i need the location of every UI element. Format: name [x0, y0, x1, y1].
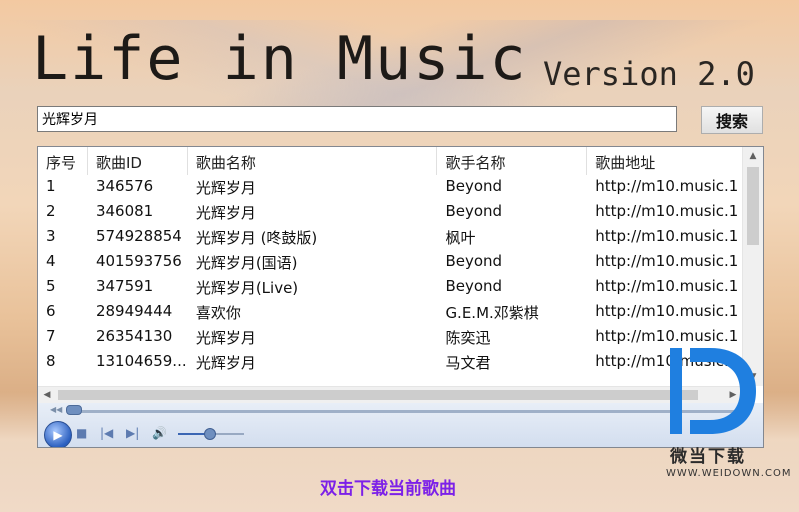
cell-artist: 马文君 — [445, 354, 491, 372]
cell-song-name: 光辉岁月 — [195, 329, 256, 347]
stop-icon[interactable]: ■ — [76, 425, 87, 441]
table-row[interactable]: 7 26354130 光辉岁月 陈奕迅 http://m10.music.1 — [38, 325, 742, 350]
cell-index: 6 — [46, 302, 56, 320]
search-button[interactable]: 搜索 — [701, 106, 763, 134]
cell-artist: Beyond — [445, 202, 503, 220]
double-click-hint: 双击下载当前歌曲 — [320, 479, 456, 499]
cell-song-id: 13104659... — [95, 352, 187, 370]
cell-song-name: 光辉岁月(Live) — [195, 279, 299, 297]
cell-index: 5 — [46, 277, 56, 295]
search-input[interactable] — [37, 106, 677, 132]
cell-artist: Beyond — [445, 277, 503, 295]
cell-artist: Beyond — [445, 252, 503, 270]
table-row[interactable]: 2 346081 光辉岁月 Beyond http://m10.music.1 — [38, 200, 742, 225]
table-row[interactable]: 6 28949444 喜欢你 G.E.M.邓紫棋 http://m10.musi… — [38, 300, 742, 325]
cell-index: 2 — [46, 202, 56, 220]
cell-song-name: 光辉岁月 — [195, 179, 256, 197]
cell-song-name: 光辉岁月(国语) — [195, 254, 298, 272]
table-body: 1 346576 光辉岁月 Beyond http://m10.music.1 … — [38, 175, 742, 385]
cell-song-name: 光辉岁月 (咚鼓版) — [195, 229, 318, 247]
song-list-panel: 序号 歌曲ID 歌曲名称 歌手名称 歌曲地址 1 346576 光辉岁月 Bey… — [37, 146, 764, 448]
column-header-song-name[interactable]: 歌曲名称 — [188, 147, 438, 175]
cell-url: http://m10.music.1 — [595, 227, 739, 245]
cell-song-name: 光辉岁月 — [195, 354, 256, 372]
cell-index: 4 — [46, 252, 56, 270]
table-row[interactable]: 1 346576 光辉岁月 Beyond http://m10.music.1 — [38, 175, 742, 200]
cell-index: 1 — [46, 177, 56, 195]
app-title: Life in Music — [32, 24, 528, 94]
cell-song-id: 401593756 — [95, 252, 182, 270]
vertical-scroll-thumb[interactable] — [747, 167, 759, 245]
weidown-logo-icon — [670, 348, 756, 434]
cell-url: http://m10.music.1 — [595, 252, 739, 270]
column-header-artist[interactable]: 歌手名称 — [437, 147, 588, 175]
cell-song-id: 347591 — [95, 277, 154, 295]
cell-index: 3 — [46, 227, 56, 245]
cell-song-name: 喜欢你 — [195, 304, 241, 322]
watermark-url: WWW.WEIDOWN.COM — [666, 468, 792, 479]
cell-song-id: 346081 — [95, 202, 154, 220]
watermark-name: 微当下载 — [670, 447, 746, 467]
volume-knob[interactable] — [204, 428, 216, 440]
horizontal-scroll-thumb[interactable] — [58, 390, 698, 400]
column-header-index[interactable]: 序号 — [38, 147, 88, 175]
cell-artist: 陈奕迅 — [445, 329, 491, 347]
cell-song-id: 26354130 — [95, 327, 173, 345]
cell-song-id: 346576 — [95, 177, 154, 195]
cell-song-name: 光辉岁月 — [195, 204, 256, 222]
table-row[interactable]: 4 401593756 光辉岁月(国语) Beyond http://m10.m… — [38, 250, 742, 275]
table-header: 序号 歌曲ID 歌曲名称 歌手名称 歌曲地址 — [38, 147, 742, 175]
table-row[interactable]: 8 13104659... 光辉岁月 马文君 http://m10.music.… — [38, 350, 742, 375]
seek-bar[interactable] — [68, 410, 743, 413]
cell-index: 8 — [46, 352, 56, 370]
cell-artist: Beyond — [445, 177, 503, 195]
table-row[interactable]: 5 347591 光辉岁月(Live) Beyond http://m10.mu… — [38, 275, 742, 300]
cell-url: http://m10.music.1 — [595, 277, 739, 295]
horizontal-scrollbar[interactable]: ◀ ▶ — [38, 386, 742, 403]
next-icon[interactable]: ▶| — [126, 425, 139, 441]
play-icon[interactable]: ▶ — [44, 421, 72, 447]
media-player: ◀◀ ▶ ■ |◀ ▶| 🔊 — [38, 403, 763, 447]
column-header-song-id[interactable]: 歌曲ID — [88, 147, 188, 175]
seek-knob[interactable] — [66, 405, 82, 415]
cell-song-id: 574928854 — [95, 227, 182, 245]
cell-song-id: 28949444 — [95, 302, 173, 320]
previous-icon[interactable]: |◀ — [100, 425, 113, 441]
table-row[interactable]: 3 574928854 光辉岁月 (咚鼓版) 枫叶 http://m10.mus… — [38, 225, 742, 250]
cell-url: http://m10.music.1 — [595, 202, 739, 220]
column-header-url[interactable]: 歌曲地址 — [587, 147, 742, 175]
rewind-icon[interactable]: ◀◀ — [50, 405, 62, 414]
scroll-left-icon[interactable]: ◀ — [38, 387, 56, 403]
cell-url: http://m10.music.1 — [595, 177, 739, 195]
cell-index: 7 — [46, 327, 56, 345]
cell-artist: G.E.M.邓紫棋 — [445, 304, 539, 322]
scroll-up-icon[interactable]: ▲ — [743, 147, 763, 165]
cell-url: http://m10.music.1 — [595, 302, 739, 320]
volume-icon[interactable]: 🔊 — [152, 425, 167, 441]
cell-artist: 枫叶 — [445, 229, 476, 247]
app-version: Version 2.0 — [543, 55, 755, 93]
